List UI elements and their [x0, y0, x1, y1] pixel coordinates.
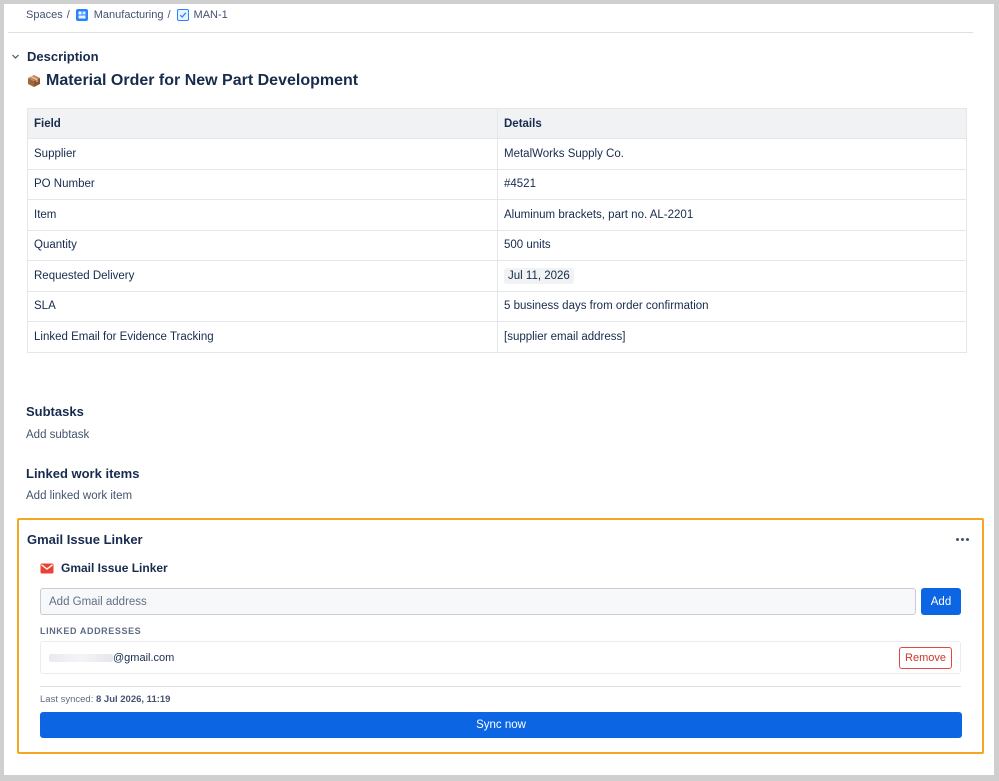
package-box-icon	[28, 75, 40, 87]
linked-work-items-heading: Linked work items	[26, 466, 140, 481]
table-row: Quantity 500 units	[27, 229, 967, 261]
breadcrumb: Spaces / Manufacturing / MAN-1	[26, 6, 228, 24]
last-synced-value: 8 Jul 2026, 11:19	[95, 694, 171, 705]
redacted-email-prefix	[49, 654, 113, 662]
more-dot	[955, 537, 959, 541]
sync-now-button[interactable]: Sync now	[40, 712, 962, 738]
breadcrumb-separator: /	[66, 9, 70, 21]
panel-title: Gmail Issue Linker	[27, 532, 143, 547]
linked-address-text: @gmail.com	[113, 652, 175, 664]
table-cell-field: Requested Delivery	[27, 260, 498, 292]
table-row: PO Number #4521	[27, 168, 967, 200]
table-cell-value: MetalWorks Supply Co.	[497, 138, 967, 170]
table-cell-field: Item	[27, 199, 498, 231]
table-cell-value: 500 units	[497, 229, 967, 261]
issue-view: Spaces / Manufacturing / MAN-1 Descripti…	[4, 4, 994, 775]
table-cell-value: Aluminum brackets, part no. AL-2201	[497, 199, 967, 231]
date-lozenge[interactable]: Jul 11, 2026	[504, 267, 574, 284]
more-dot	[965, 537, 969, 541]
add-linked-work-item-button[interactable]: Add linked work item	[26, 490, 132, 502]
description-title-text: Material Order for New Part Development	[46, 72, 359, 89]
table-row: Item Aluminum brackets, part no. AL-2201	[27, 199, 967, 231]
table-header-field: Field	[27, 108, 498, 139]
add-address-button[interactable]: Add	[921, 588, 961, 615]
gmail-envelope-icon	[40, 563, 54, 573]
table-cell-field: SLA	[27, 290, 498, 322]
breadcrumb-project[interactable]: Manufacturing	[94, 9, 164, 21]
table-row: Requested Delivery Jul 11, 2026	[27, 260, 967, 292]
table-header-details: Details	[497, 108, 967, 139]
table-cell-field: PO Number	[27, 168, 498, 200]
table-cell-value: [supplier email address]	[497, 321, 967, 353]
details-table: Field Details Supplier MetalWorks Supply…	[27, 108, 967, 353]
chevron-down-icon	[9, 51, 21, 63]
app-title: Gmail Issue Linker	[61, 561, 168, 575]
table-row: Linked Email for Evidence Tracking [supp…	[27, 321, 967, 353]
app-header: Gmail Issue Linker	[40, 561, 168, 575]
description-toggle[interactable]: Description	[9, 49, 99, 64]
breadcrumb-issue-key[interactable]: MAN-1	[194, 9, 228, 21]
linked-address-row: @gmail.com Remove	[40, 641, 961, 674]
table-cell-value: Jul 11, 2026	[497, 260, 967, 292]
section-divider	[40, 686, 961, 687]
table-cell-field: Supplier	[27, 138, 498, 170]
table-cell-value: 5 business days from order confirmation	[497, 290, 967, 322]
description-title: Material Order for New Part Development	[27, 72, 358, 90]
table-cell-field: Linked Email for Evidence Tracking	[27, 321, 498, 353]
more-dot	[960, 537, 964, 541]
task-checkbox-icon	[176, 9, 189, 21]
project-board-icon	[75, 9, 88, 21]
table-cell-value: #4521	[497, 168, 967, 200]
subtasks-heading: Subtasks	[26, 404, 84, 419]
breadcrumb-spaces[interactable]: Spaces	[26, 9, 63, 21]
breadcrumb-separator: /	[167, 9, 171, 21]
table-header-row: Field Details	[27, 108, 967, 139]
table-row: SLA 5 business days from order confirmat…	[27, 290, 967, 322]
last-synced-status: Last synced: 8 Jul 2026, 11:19	[40, 694, 170, 705]
add-subtask-button[interactable]: Add subtask	[26, 429, 89, 441]
remove-address-button[interactable]: Remove	[899, 647, 952, 669]
header-divider	[8, 32, 973, 33]
gmail-issue-linker-panel: Gmail Issue Linker Gmail Issue Linker Ad…	[17, 518, 984, 754]
description-heading: Description	[27, 49, 99, 64]
gmail-address-input[interactable]	[40, 588, 916, 615]
last-synced-label: Last synced:	[40, 694, 94, 705]
table-row: Supplier MetalWorks Supply Co.	[27, 138, 967, 170]
table-cell-field: Quantity	[27, 229, 498, 261]
more-actions-button[interactable]	[952, 531, 972, 547]
linked-addresses-label: LINKED ADDRESSES	[40, 626, 142, 636]
